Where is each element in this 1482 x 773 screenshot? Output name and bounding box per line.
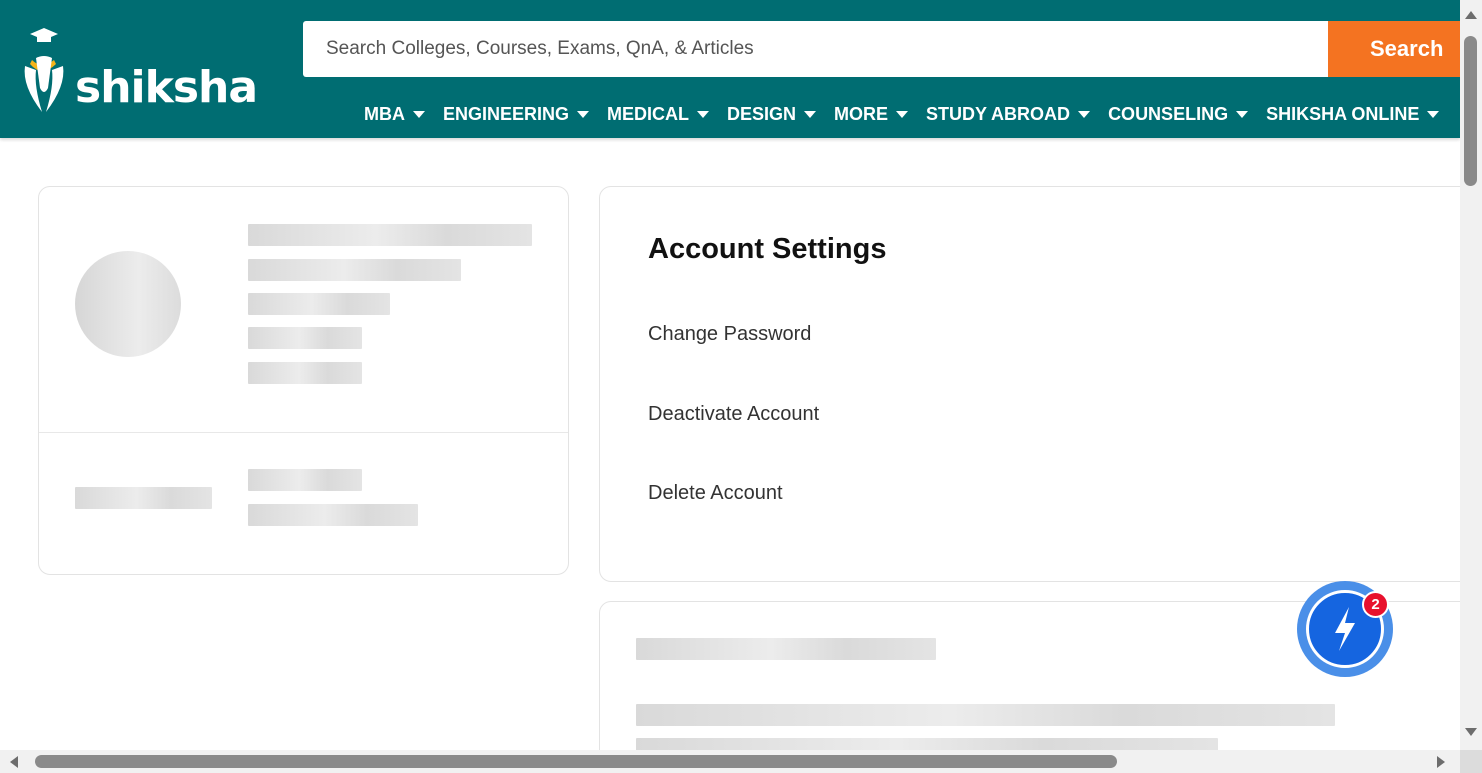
nav-item-label: MEDICAL (607, 104, 690, 124)
search-input[interactable] (303, 21, 1328, 77)
nav-item-medical[interactable]: MEDICAL (607, 104, 710, 125)
account-settings-title: Account Settings (648, 233, 887, 265)
vertical-scrollbar[interactable] (1460, 0, 1482, 750)
caret-down-icon (1236, 111, 1249, 118)
vertical-scroll-thumb[interactable] (1464, 36, 1477, 186)
scroll-left-arrow-icon[interactable] (10, 756, 18, 768)
caret-down-icon (413, 111, 425, 118)
skeleton-line (75, 487, 212, 509)
notification-badge: 2 (1362, 591, 1389, 618)
caret-down-icon (577, 111, 590, 118)
nav-item-study-abroad[interactable]: STUDY ABROAD (926, 104, 1091, 125)
skeleton-line (248, 259, 461, 281)
skeleton-line (248, 224, 532, 246)
profile-card-skeleton (38, 186, 569, 575)
skeleton-line (248, 469, 362, 491)
caret-down-icon (804, 111, 817, 118)
caret-down-icon (1078, 111, 1091, 118)
nav-item-mba[interactable]: MBA (364, 104, 425, 125)
scrollbar-corner (1460, 750, 1482, 773)
horizontal-scroll-thumb[interactable] (35, 755, 1117, 768)
skeleton-line (248, 362, 362, 384)
nav-item-label: DESIGN (727, 104, 797, 124)
shiksha-logo[interactable]: shiksha (18, 26, 268, 118)
nav-item-label: STUDY ABROAD (926, 104, 1071, 124)
nav-item-more[interactable]: MORE (834, 104, 909, 125)
delete-account-link[interactable]: Delete Account (648, 482, 783, 505)
nav-item-label: ENGINEERING (443, 104, 570, 124)
skeleton-line (636, 638, 936, 660)
avatar-placeholder (75, 251, 181, 357)
scroll-right-arrow-icon[interactable] (1437, 756, 1445, 768)
scroll-down-arrow-icon[interactable] (1465, 728, 1477, 736)
skeleton-line (636, 738, 1218, 750)
nav-item-label: MORE (834, 104, 889, 124)
nav-item-shiksha-online[interactable]: SHIKSHA ONLINE (1266, 104, 1440, 125)
search-button[interactable]: Search (1328, 21, 1460, 77)
horizontal-scrollbar[interactable] (0, 750, 1460, 773)
skeleton-line (636, 704, 1335, 726)
nav-item-engineering[interactable]: ENGINEERING (443, 104, 590, 125)
nav-item-design[interactable]: DESIGN (727, 104, 817, 125)
scroll-up-arrow-icon[interactable] (1465, 11, 1477, 19)
search-bar: Search (303, 21, 1460, 77)
card-divider (39, 432, 568, 433)
change-password-link[interactable]: Change Password (648, 323, 811, 346)
skeleton-line (248, 327, 362, 349)
caret-down-icon (697, 111, 710, 118)
nav-item-label: COUNSELING (1108, 104, 1229, 124)
nav-item-label: SHIKSHA ONLINE (1266, 104, 1420, 124)
caret-down-icon (1427, 111, 1440, 118)
main-nav: MBA ENGINEERING MEDICAL DESIGN MORE STUD… (364, 104, 1457, 125)
caret-down-icon (896, 111, 909, 118)
nav-item-counseling[interactable]: COUNSELING (1108, 104, 1249, 125)
skeleton-line (248, 504, 418, 526)
page-viewport: shiksha Search MBA ENGINEERING MEDICAL D… (0, 0, 1460, 750)
logo-wordmark: shiksha (75, 62, 258, 113)
deactivate-account-link[interactable]: Deactivate Account (648, 403, 819, 426)
account-settings-card: Account Settings Change Password Deactiv… (599, 186, 1460, 582)
nav-item-label: MBA (364, 104, 405, 124)
logo-mark-icon (24, 28, 64, 112)
site-header: shiksha Search MBA ENGINEERING MEDICAL D… (0, 0, 1460, 138)
skeleton-line (248, 293, 390, 315)
